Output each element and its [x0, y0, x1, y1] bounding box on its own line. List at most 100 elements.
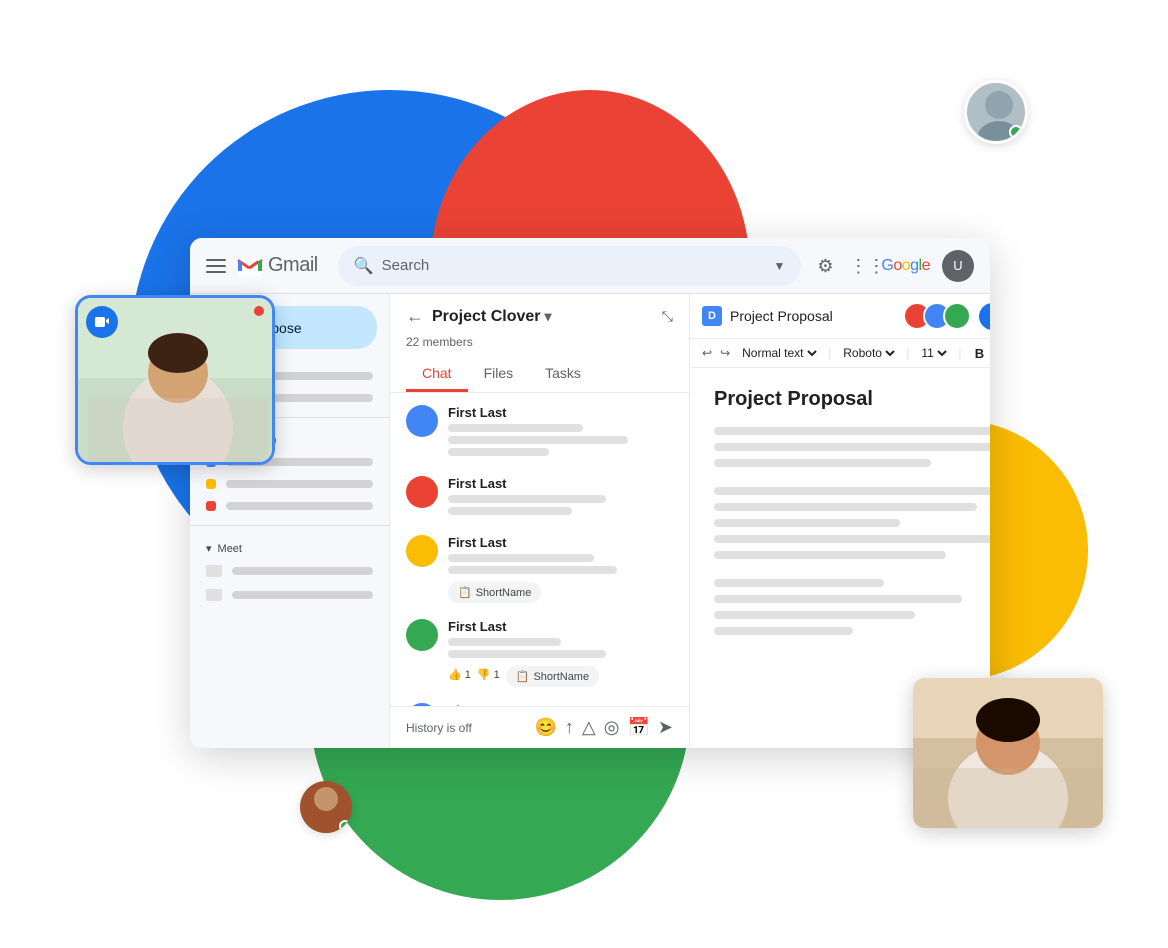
doc-toolbar: D Project Proposal Share: [690, 294, 990, 339]
google-logo: Google: [881, 257, 930, 275]
room-item-3[interactable]: [190, 495, 389, 517]
grid-icon[interactable]: ⋮⋮: [849, 256, 869, 276]
meet-line-1: [232, 567, 373, 575]
reaction-thumbsup-4[interactable]: 👍 1: [448, 668, 471, 681]
expand-icon[interactable]: ⤡: [662, 308, 673, 325]
msg-name-4: First Last: [448, 619, 673, 634]
msg-chip-4[interactable]: 📋 ShortName: [506, 666, 599, 687]
avatar-msg-2: [406, 476, 438, 508]
msg-name-2: First Last: [448, 476, 673, 491]
msg-line-1b: [448, 436, 628, 444]
msg-line-1c: [448, 448, 549, 456]
bold-button[interactable]: B: [970, 343, 990, 363]
search-dropdown-icon: ▼: [773, 259, 785, 273]
msg-line-2a: [448, 495, 606, 503]
undo-button[interactable]: ↩: [702, 346, 712, 360]
members-count: 22 members: [406, 335, 673, 349]
gmail-topbar: Gmail 🔍 Search ▼ ⚙ ⋮⋮ Google U: [190, 238, 990, 294]
chat-messages: First Last First Last: [390, 393, 689, 706]
doc-line-6: [714, 519, 900, 527]
meet-icon-footer[interactable]: ◎: [604, 717, 620, 738]
separator-1: |: [828, 346, 831, 360]
chat-panel: ← Project Clover ▾ ⤡ 22 members Chat Fil…: [390, 294, 690, 748]
video-card-right: [913, 678, 1103, 828]
share-button[interactable]: Share: [979, 303, 990, 330]
drive-icon[interactable]: △: [582, 717, 596, 738]
meet-item-1[interactable]: [190, 559, 389, 583]
doc-line-11: [714, 611, 915, 619]
chip-label-3: ShortName: [476, 587, 532, 599]
chip-doc-icon: 📋: [458, 586, 472, 599]
room-dot-red: [206, 501, 216, 511]
doc-title-bar: D Project Proposal: [702, 306, 895, 326]
room-dot-yellow: [206, 479, 216, 489]
avatar-msg-4: [406, 619, 438, 651]
msg-content-1: First Last: [448, 405, 673, 460]
chat-tabs: Chat Files Tasks: [406, 357, 673, 392]
calendar-icon[interactable]: 📅: [627, 717, 649, 738]
chip-label-4: ShortName: [533, 671, 589, 683]
online-indicator-2: [339, 820, 351, 832]
hamburger-menu[interactable]: [206, 259, 226, 273]
meet-collapse-icon: ▾: [206, 542, 212, 555]
msg-chip-3[interactable]: 📋 ShortName: [448, 582, 541, 603]
doc-line-9: [714, 579, 884, 587]
tab-files[interactable]: Files: [468, 357, 530, 392]
doc-line-10: [714, 595, 962, 603]
msg-line-3b: [448, 566, 617, 574]
emoji-icon[interactable]: 😊: [535, 717, 557, 738]
chat-header: ← Project Clover ▾ ⤡ 22 members Chat Fil…: [390, 294, 689, 393]
separator-2: |: [906, 346, 909, 360]
tab-tasks[interactable]: Tasks: [529, 357, 597, 392]
tab-chat[interactable]: Chat: [406, 357, 468, 392]
font-select[interactable]: Roboto: [839, 345, 898, 361]
chat-message-2: First Last: [406, 476, 673, 519]
topbar-icons: ⚙ ⋮⋮ Google U: [817, 250, 974, 282]
doc-line-2: [714, 443, 990, 451]
meet-icon-video: [206, 565, 222, 577]
send-icon[interactable]: ➤: [658, 717, 673, 738]
font-size-select[interactable]: 11: [917, 345, 950, 361]
avatar-msg-3: [406, 535, 438, 567]
msg-name-3: First Last: [448, 535, 673, 550]
meet-icon: [86, 306, 118, 338]
back-button[interactable]: ←: [406, 306, 424, 327]
msg-line-4a: [448, 638, 561, 646]
chat-footer: History is off 😊 ↑ △ ◎ 📅 ➤: [390, 706, 689, 748]
upload-icon[interactable]: ↑: [565, 717, 574, 738]
room-item-2[interactable]: [190, 473, 389, 495]
chat-message-1: First Last: [406, 405, 673, 460]
doc-heading: Project Proposal: [714, 388, 990, 411]
user-avatar[interactable]: U: [942, 250, 974, 282]
room-line-2: [226, 480, 373, 488]
separator-3: |: [958, 346, 961, 360]
meet-item-2[interactable]: [190, 583, 389, 607]
doc-line-3: [714, 459, 931, 467]
history-status: History is off: [406, 721, 527, 735]
msg-line-3a: [448, 554, 594, 562]
text-style-select[interactable]: Normal text: [738, 345, 820, 361]
avatar-top-right: [964, 80, 1028, 144]
gmail-window: Gmail 🔍 Search ▼ ⚙ ⋮⋮ Google U + Compose: [190, 238, 990, 748]
reaction-thumbsdown-4[interactable]: 👎 1: [477, 668, 500, 681]
msg-line-4b: [448, 650, 606, 658]
chat-nav: ← Project Clover ▾ ⤡: [406, 306, 673, 327]
chip-doc-icon-4: 📋: [516, 670, 530, 683]
search-bar[interactable]: 🔍 Search ▼: [338, 246, 802, 286]
msg-content-2: First Last: [448, 476, 673, 519]
msg-name-1: First Last: [448, 405, 673, 420]
doc-line-8: [714, 551, 946, 559]
doc-spacer-2: [714, 567, 990, 579]
collab-avatar-3: [943, 302, 971, 330]
avatar-bottom-left: [300, 781, 352, 833]
settings-icon[interactable]: ⚙: [817, 256, 837, 276]
chat-message-3: First Last 📋 ShortName: [406, 535, 673, 603]
gmail-logo: Gmail: [236, 254, 318, 277]
gmail-m-icon: [236, 256, 264, 276]
msg-content-4: First Last 👍 1 👎 1 📋 ShortName: [448, 619, 673, 687]
room-line-3: [226, 502, 373, 510]
doc-format-bar: ↩ ↪ Normal text | Roboto | 11 | B ••• ⌃: [690, 339, 990, 368]
search-text: Search: [382, 257, 762, 274]
redo-button[interactable]: ↪: [720, 346, 730, 360]
doc-collaborator-avatars: [903, 302, 971, 330]
